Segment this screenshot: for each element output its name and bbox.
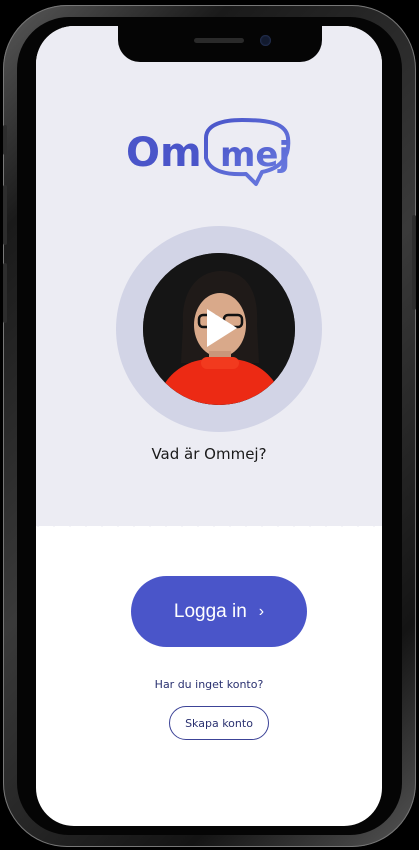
speech-bubble-logo-icon: Om mej <box>126 118 291 186</box>
power-button <box>412 215 416 310</box>
create-account-label: Skapa konto <box>185 716 253 730</box>
zigzag-divider <box>36 512 382 527</box>
intro-video[interactable] <box>116 226 322 432</box>
video-thumbnail[interactable] <box>143 253 295 405</box>
ommej-logo: Om mej <box>124 118 314 200</box>
front-camera <box>260 35 271 46</box>
device-notch <box>118 26 322 62</box>
speaker-grille <box>194 38 244 43</box>
login-button[interactable]: Logga in › <box>131 576 307 647</box>
svg-text:Om: Om <box>126 130 202 176</box>
video-caption: Vad är Ommej? <box>151 445 267 463</box>
silent-switch <box>3 125 7 155</box>
svg-text:mej: mej <box>220 135 290 175</box>
chevron-right-icon: › <box>258 602 265 620</box>
app-screen: Om mej Vad är Ommej? Logga in › Har du i… <box>36 26 382 826</box>
create-account-button[interactable]: Skapa konto <box>169 706 269 740</box>
play-icon[interactable] <box>207 309 237 347</box>
login-button-label: Logga in <box>173 600 247 622</box>
volume-down-button <box>3 263 7 323</box>
volume-up-button <box>3 185 7 245</box>
no-account-text: Har du inget konto? <box>154 678 264 691</box>
